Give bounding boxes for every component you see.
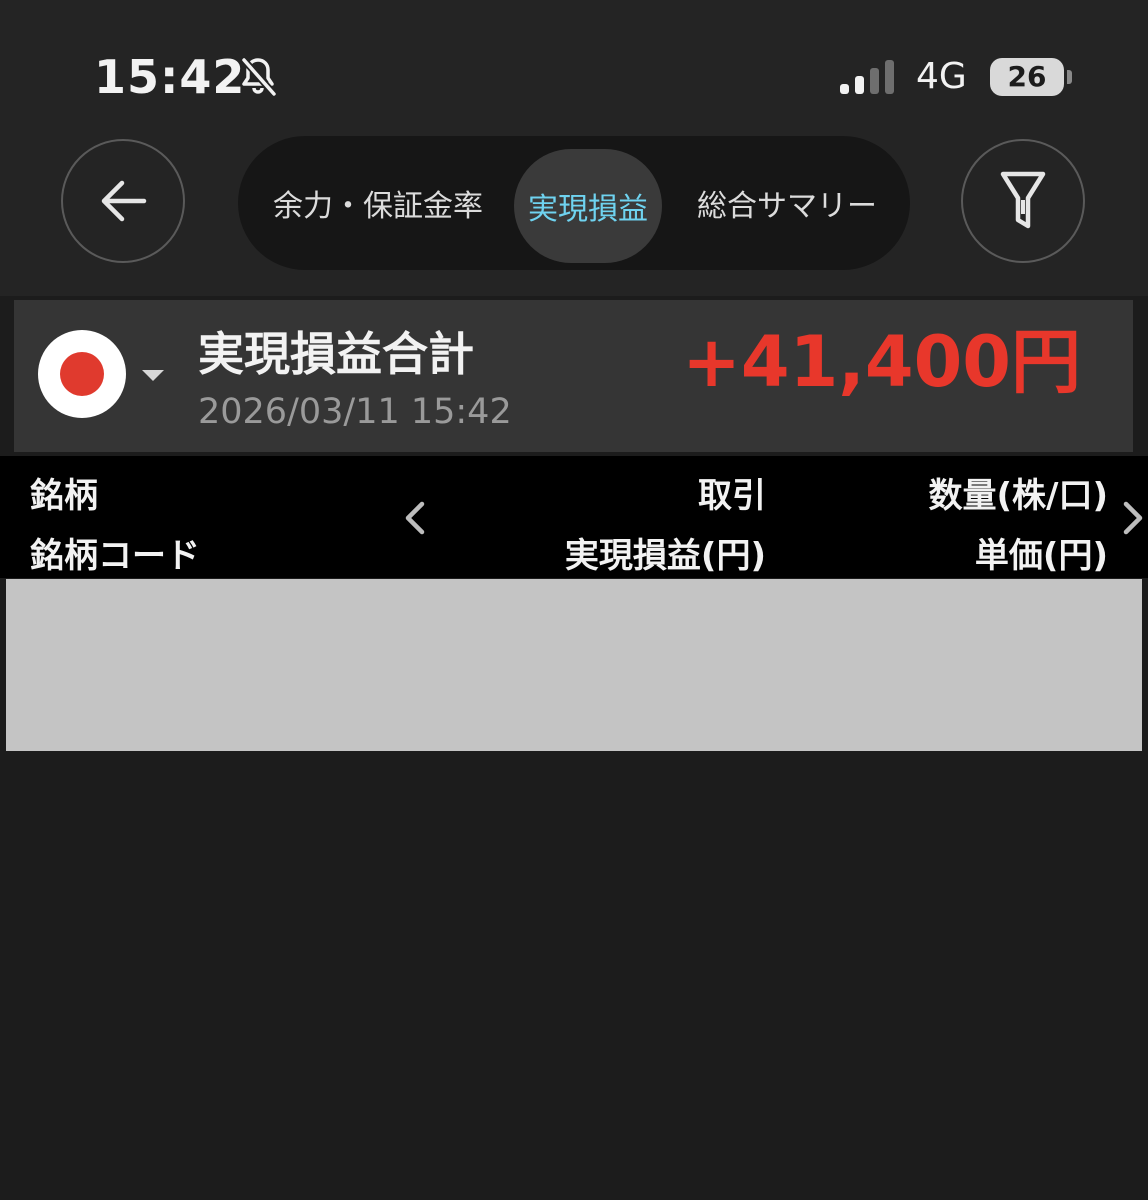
col-header-symbol: 銘柄 (30, 476, 98, 516)
arrow-left-icon (101, 180, 147, 222)
signal-icon (840, 60, 894, 94)
tab-realized-pnl[interactable]: 実現損益 (514, 149, 662, 263)
col-header-quantity: 数量(株/口) (928, 476, 1109, 516)
battery-indicator: 26 (990, 58, 1064, 96)
col-header-trade: 取引 (698, 476, 766, 516)
network-type: 4G (916, 56, 967, 97)
chevron-right-icon[interactable] (1120, 500, 1146, 536)
japan-flag-icon[interactable] (38, 330, 126, 418)
filter-button[interactable] (961, 139, 1085, 263)
chevron-down-icon[interactable] (142, 370, 164, 381)
tab-overall-summary[interactable]: 総合サマリー (676, 136, 898, 270)
status-time: 15:42 (94, 50, 246, 104)
summary-title: 実現損益合計 (198, 327, 474, 381)
battery-tip (1067, 70, 1072, 84)
summary-amount: +41,400円 (682, 321, 1081, 403)
tab-segment-control: 余力・保証金率 実現損益 総合サマリー (238, 136, 910, 270)
tab-margin-rate[interactable]: 余力・保証金率 (250, 136, 506, 270)
redacted-table-row (6, 579, 1142, 751)
chevron-left-icon[interactable] (402, 500, 428, 536)
summary-panel: 実現損益合計 2026/03/11 15:42 +41,400円 (14, 300, 1133, 452)
col-header-realized-pnl: 実現損益(円) (564, 536, 766, 576)
back-button[interactable] (61, 139, 185, 263)
top-bar: 15:42 4G 26 余力・保証金率 実現損益 総合サマリー (0, 0, 1148, 296)
filter-icon (1000, 171, 1046, 229)
col-header-unit-price: 単価(円) (974, 536, 1108, 576)
table-header: 銘柄 銘柄コード 取引 実現損益(円) 数量(株/口) 単価(円) (0, 456, 1148, 578)
col-header-symbol-code: 銘柄コード (30, 536, 200, 576)
bell-muted-icon (241, 57, 277, 97)
summary-date: 2026/03/11 15:42 (198, 392, 512, 432)
